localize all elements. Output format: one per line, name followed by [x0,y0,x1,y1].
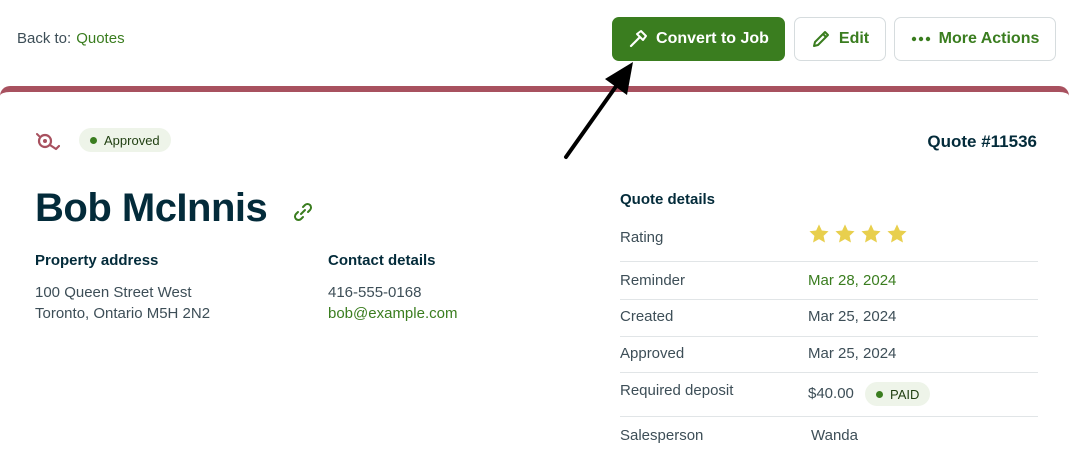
salesperson-value: Wanda [811,427,858,444]
property-address-heading: Property address [35,252,159,269]
client-name: Bob McInnis [35,186,268,230]
status-label: Approved [104,132,160,148]
status-dot [90,136,97,144]
star-icon [887,224,907,243]
quote-details-heading: Quote details [620,191,716,208]
divider [620,299,1038,300]
contact-email-link[interactable]: bob@example.com [328,303,457,324]
back-to-quotes-link[interactable]: Quotes [76,30,124,47]
more-dots-icon [911,36,930,42]
more-actions-label: More Actions [938,30,1040,47]
more-actions-button[interactable]: More Actions [894,17,1056,61]
contact-phone: 416-555-0168 [328,284,422,301]
link-icon[interactable] [292,201,314,223]
contact-details-heading: Contact details [328,252,436,269]
quote-number: Quote #11536 [927,132,1037,151]
divider [620,416,1038,417]
divider [620,372,1038,373]
divider [620,336,1038,337]
edit-label: Edit [838,30,870,47]
breadcrumb: Back to: Quotes [17,30,125,47]
approved-value: Mar 25, 2024 [808,345,897,362]
convert-to-job-label: Convert to Job [656,30,769,47]
back-prefix: Back to: [17,30,72,47]
edit-button[interactable]: Edit [794,17,886,61]
rating-label: Rating [620,229,664,246]
divider [620,261,1038,262]
star-icon [835,224,855,243]
paid-label: PAID [890,386,920,402]
created-value: Mar 25, 2024 [808,308,897,325]
created-label: Created [620,308,674,325]
deposit-value: $40.00 [808,385,854,402]
salesperson-label: Salesperson [620,427,704,444]
top-bar: Back to: Quotes Convert to Job Edit More … [0,0,1069,86]
status-badge: Approved [79,128,171,152]
quote-type-icon [36,133,60,151]
address-line-2: Toronto, Ontario M5H 2N2 [35,305,211,322]
hammer-icon [629,30,648,48]
star-icon [809,224,829,243]
address-line-1: 100 Queen Street West [35,284,192,301]
deposit-label: Required deposit [620,382,734,399]
approved-label: Approved [620,345,685,362]
annotation-arrow [564,62,633,159]
reminder-date-link[interactable]: Mar 28, 2024 [808,272,896,289]
paid-badge: PAID [865,382,931,406]
rating-stars[interactable] [808,223,908,245]
reminder-label: Reminder [620,272,686,289]
pencil-icon [812,31,829,47]
paid-dot [876,390,883,398]
star-icon [861,224,881,243]
